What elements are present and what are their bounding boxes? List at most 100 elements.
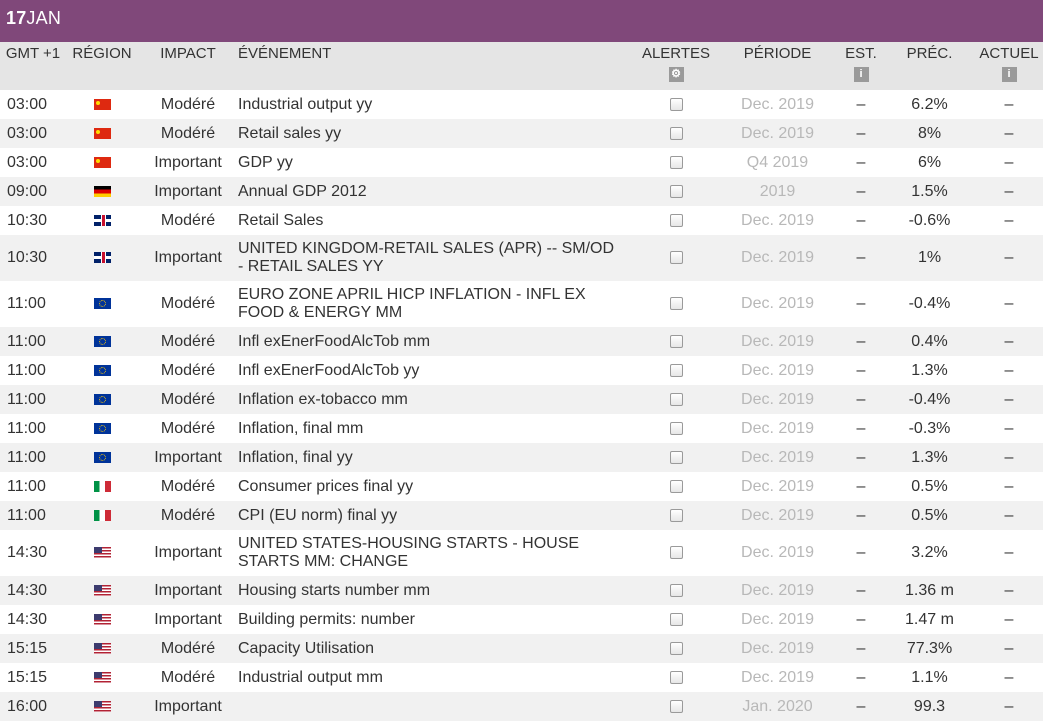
event-cell[interactable]: Capacity Utilisation: [238, 634, 635, 663]
event-cell[interactable]: CPI (EU norm) final yy: [238, 501, 635, 530]
time-cell: 10:30: [7, 249, 48, 266]
event-cell[interactable]: Consumer prices final yy: [238, 472, 635, 501]
alert-checkbox[interactable]: [669, 155, 683, 169]
alert-checkbox[interactable]: [669, 97, 683, 111]
table-row[interactable]: 11:00 Modéré EURO ZONE APRIL HICP INFLATIO…: [0, 281, 1043, 327]
col-actual: ACTUEL i: [975, 42, 1043, 90]
est-cell: –: [856, 477, 866, 495]
table-row[interactable]: 03:00 Modéré Retail sales yy Dec. 2019 – 8% –: [0, 119, 1043, 148]
event-cell[interactable]: Inflation ex-tobacco mm: [238, 385, 635, 414]
alert-checkbox[interactable]: [669, 392, 683, 406]
actual-cell: –: [1004, 182, 1014, 200]
prev-cell: 6.2%: [911, 95, 948, 113]
col-event[interactable]: ÉVÉNEMENT: [238, 42, 635, 90]
event-cell[interactable]: Retail Sales: [238, 206, 635, 235]
col-period[interactable]: PÉRIODE: [717, 42, 838, 90]
event-cell[interactable]: UNITED KINGDOM-RETAIL SALES (APR) -- SM/…: [238, 235, 635, 281]
prev-cell: 0.5%: [911, 506, 948, 524]
est-cell: –: [856, 295, 866, 312]
table-row[interactable]: 03:00 Modéré Industrial output yy Dec. 2019…: [0, 90, 1043, 119]
col-region[interactable]: RÉGION: [66, 42, 138, 90]
impact-cell: Modéré: [160, 124, 216, 142]
alert-checkbox[interactable]: [669, 641, 683, 655]
flag-eu-icon: [93, 422, 111, 434]
alert-checkbox[interactable]: [669, 334, 683, 348]
alert-cell: [635, 177, 717, 206]
event-cell[interactable]: Infl exEnerFoodAlcTob mm: [238, 327, 635, 356]
time-cell: 03:00: [7, 153, 48, 171]
col-est: EST. i: [838, 42, 884, 90]
est-cell: –: [856, 124, 866, 142]
actual-cell: –: [1004, 448, 1014, 466]
alert-checkbox[interactable]: [669, 479, 683, 493]
impact-cell: Modéré: [160, 506, 216, 524]
event-cell[interactable]: Infl exEnerFoodAlcTob yy: [238, 356, 635, 385]
alert-checkbox[interactable]: [669, 508, 683, 522]
prev-cell: 0.5%: [911, 477, 948, 495]
table-row[interactable]: 16:00 Important Jan. 2020 – 99.3 –: [0, 692, 1043, 721]
period-cell: Dec. 2019: [741, 544, 814, 561]
actual-cell: –: [1004, 477, 1014, 495]
flag-eu-icon: [93, 364, 111, 376]
alert-checkbox[interactable]: [669, 213, 683, 227]
table-row[interactable]: 11:00 Important Inflation, final yy Dec. 20…: [0, 443, 1043, 472]
actual-cell: –: [1004, 95, 1014, 113]
table-row[interactable]: 09:00 Important Annual GDP 2012 2019 – 1.5% –: [0, 177, 1043, 206]
table-row[interactable]: 03:00 Important GDP yy Q4 2019 – 6% –: [0, 148, 1043, 177]
info-icon[interactable]: i: [1001, 67, 1017, 82]
alert-cell: [635, 327, 717, 356]
event-cell[interactable]: Industrial output yy: [238, 90, 635, 119]
alert-checkbox[interactable]: [669, 297, 683, 311]
region-cell: [66, 634, 138, 663]
alert-checkbox[interactable]: [669, 421, 683, 435]
event-cell[interactable]: [238, 692, 635, 721]
table-row[interactable]: 14:30 Important Building permits: number De…: [0, 605, 1043, 634]
table-row[interactable]: 10:30 Important UNITED KINGDOM-RETAIL SALE…: [0, 235, 1043, 281]
alert-checkbox[interactable]: [669, 546, 683, 560]
table-row[interactable]: 10:30 Modéré Retail Sales Dec. 2019 – -0.6% –: [0, 206, 1043, 235]
alert-checkbox[interactable]: [669, 670, 683, 684]
alert-cell: [635, 235, 717, 281]
event-cell[interactable]: Inflation, final yy: [238, 443, 635, 472]
info-icon[interactable]: i: [853, 67, 869, 82]
time-cell: 11:00: [7, 477, 46, 495]
actual-cell: –: [1004, 639, 1014, 657]
alert-checkbox[interactable]: [669, 126, 683, 140]
table-row[interactable]: 11:00 Modéré Infl exEnerFoodAlcTob mm Dec. …: [0, 327, 1043, 356]
time-cell: 14:30: [7, 544, 48, 561]
alert-checkbox[interactable]: [669, 583, 683, 597]
flag-de-icon: [93, 185, 111, 197]
alert-checkbox[interactable]: [669, 612, 683, 626]
alert-checkbox[interactable]: [669, 450, 683, 464]
table-row[interactable]: 11:00 Modéré Consumer prices final yy Dec. …: [0, 472, 1043, 501]
event-cell[interactable]: Building permits: number: [238, 605, 635, 634]
event-cell[interactable]: GDP yy: [238, 148, 635, 177]
table-row[interactable]: 11:00 Modéré Infl exEnerFoodAlcTob yy Dec. …: [0, 356, 1043, 385]
alert-checkbox[interactable]: [669, 184, 683, 198]
table-row[interactable]: 14:30 Important Housing starts number mm De…: [0, 576, 1043, 605]
col-prev[interactable]: PRÉC.: [884, 42, 975, 90]
event-cell[interactable]: Industrial output mm: [238, 663, 635, 692]
table-row[interactable]: 14:30 Important UNITED STATES-HOUSING STAR…: [0, 530, 1043, 576]
event-cell[interactable]: UNITED STATES-HOUSING STARTS - HOUSE STA…: [238, 530, 635, 576]
table-row[interactable]: 11:00 Modéré Inflation ex-tobacco mm Dec. 2…: [0, 385, 1043, 414]
table-row[interactable]: 11:00 Modéré Inflation, final mm Dec. 2019 –…: [0, 414, 1043, 443]
gear-icon[interactable]: ⚙: [668, 67, 684, 82]
col-time[interactable]: GMT +1: [0, 42, 66, 90]
alert-checkbox[interactable]: [669, 363, 683, 377]
alert-checkbox[interactable]: [669, 251, 683, 265]
period-cell: 2019: [759, 182, 796, 200]
table-row[interactable]: 15:15 Modéré Capacity Utilisation Dec. 2019…: [0, 634, 1043, 663]
event-cell[interactable]: Housing starts number mm: [238, 576, 635, 605]
event-cell[interactable]: EURO ZONE APRIL HICP INFLATION - INFL EX…: [238, 281, 635, 327]
table-row[interactable]: 11:00 Modéré CPI (EU norm) final yy Dec. 20…: [0, 501, 1043, 530]
table-row[interactable]: 15:15 Modéré Industrial output mm Dec. 2019…: [0, 663, 1043, 692]
event-cell[interactable]: Annual GDP 2012: [238, 177, 635, 206]
event-cell[interactable]: Retail sales yy: [238, 119, 635, 148]
event-cell[interactable]: Inflation, final mm: [238, 414, 635, 443]
impact-cell: Modéré: [160, 211, 216, 229]
est-cell: –: [856, 390, 866, 408]
alert-checkbox[interactable]: [669, 699, 683, 713]
est-cell: –: [856, 95, 866, 113]
col-impact[interactable]: IMPACT: [138, 42, 238, 90]
